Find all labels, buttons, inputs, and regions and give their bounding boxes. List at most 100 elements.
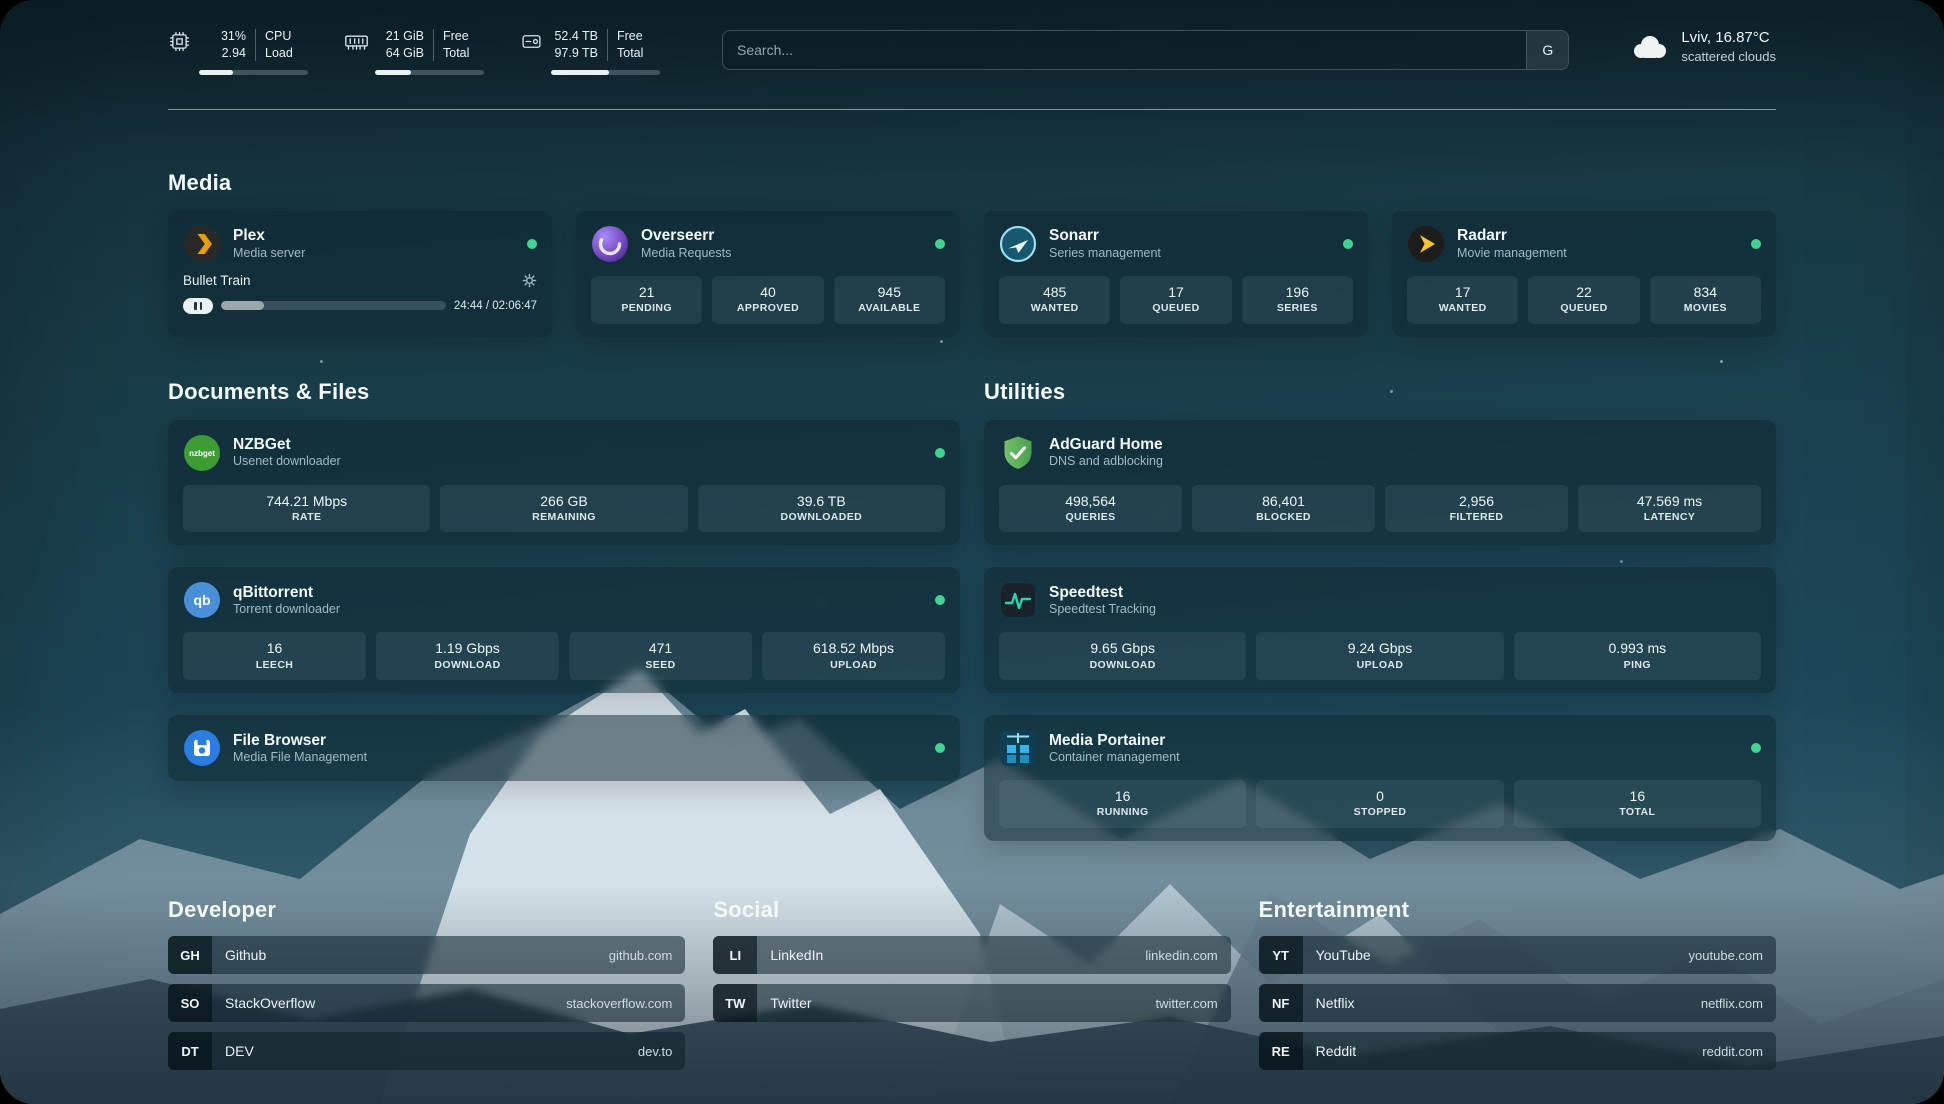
playback-progress-bar[interactable] (221, 301, 446, 310)
service-name: AdGuard Home (1049, 435, 1163, 454)
bookmark-github[interactable]: GH Github github.com (168, 936, 685, 974)
stat-tile: 196 SERIES (1242, 276, 1353, 324)
section-title-entertainment: Entertainment (1259, 897, 1776, 923)
qbittorrent-icon: qb (183, 581, 221, 619)
social-column: Social LI LinkedIn linkedin.com TW Twitt… (713, 897, 1230, 1070)
status-dot (1343, 239, 1353, 249)
service-subtitle: Media Requests (641, 246, 731, 262)
cpu-load-label: Load (265, 45, 293, 62)
bookmark-abbr: YT (1259, 936, 1303, 974)
cpu-widget: 31% 2.94 CPU Load (168, 28, 308, 75)
service-subtitle: Speedtest Tracking (1049, 602, 1156, 618)
service-card-portainer[interactable]: Media Portainer Container management 16 … (984, 715, 1776, 841)
bookmark-name: Reddit (1316, 1043, 1356, 1059)
radarr-icon (1407, 225, 1445, 263)
service-name: File Browser (233, 731, 367, 750)
bookmark-youtube[interactable]: YT YouTube youtube.com (1259, 936, 1776, 974)
bookmark-abbr: NF (1259, 984, 1303, 1022)
stat-tile: 16 TOTAL (1514, 780, 1761, 828)
nzbget-icon: nzbget (183, 434, 221, 472)
stat-tile: 0 STOPPED (1256, 780, 1503, 828)
service-card-plex[interactable]: Plex Media server Bullet Train (168, 211, 552, 337)
service-card-adguard[interactable]: AdGuard Home DNS and adblocking 498,564 … (984, 420, 1776, 546)
section-title-utilities: Utilities (984, 379, 1776, 405)
cpu-label: CPU (265, 28, 293, 45)
documents-column: Documents & Files nzbget (168, 379, 960, 841)
service-card-filebrowser[interactable]: File Browser Media File Management (168, 715, 960, 781)
search-engine-button[interactable]: G (1526, 31, 1568, 69)
status-dot (527, 239, 537, 249)
stat-tile: 16 LEECH (183, 632, 366, 680)
disk-widget: 52.4 TB 97.9 TB Free Total (520, 28, 660, 75)
status-dot (1751, 239, 1761, 249)
speedtest-icon (999, 581, 1037, 619)
bookmark-netflix[interactable]: NF Netflix netflix.com (1259, 984, 1776, 1022)
stat-tile: 40 APPROVED (712, 276, 823, 324)
bookmark-abbr: RE (1259, 1032, 1303, 1070)
service-card-overseerr[interactable]: Overseerr Media Requests 21 PENDING 40 A… (576, 211, 960, 337)
divider (255, 29, 256, 61)
pause-button[interactable] (183, 298, 213, 314)
service-card-speedtest[interactable]: Speedtest Speedtest Tracking 9.65 Gbps D… (984, 567, 1776, 693)
topbar: 31% 2.94 CPU Load (168, 0, 1776, 75)
stat-tile: 21 PENDING (591, 276, 702, 324)
memory-icon (344, 30, 369, 53)
plex-icon (183, 225, 221, 263)
bookmark-url: stackoverflow.com (566, 996, 672, 1011)
cpu-progress-bar (199, 70, 308, 75)
service-subtitle: Series management (1049, 246, 1161, 262)
status-dot (935, 239, 945, 249)
now-playing-title: Bullet Train (183, 273, 251, 288)
service-card-nzbget[interactable]: nzbget NZBGet Usenet downloader 74 (168, 420, 960, 546)
svg-text:qb: qb (193, 592, 210, 608)
section-title-developer: Developer (168, 897, 685, 923)
playback-time: 24:44 / 02:06:47 (454, 300, 537, 312)
search-input[interactable] (723, 31, 1526, 69)
service-subtitle: Torrent downloader (233, 602, 340, 618)
developer-column: Developer GH Github github.com SO StackO… (168, 897, 685, 1070)
disk-total-label: Total (617, 45, 643, 62)
bookmark-twitter[interactable]: TW Twitter twitter.com (713, 984, 1230, 1022)
stat-tile: 618.52 Mbps UPLOAD (762, 632, 945, 680)
stat-tile: 9.24 Gbps UPLOAD (1256, 632, 1503, 680)
service-card-sonarr[interactable]: Sonarr Series management 485 WANTED 17 Q… (984, 211, 1368, 337)
bookmark-stackoverflow[interactable]: SO StackOverflow stackoverflow.com (168, 984, 685, 1022)
bookmark-dev[interactable]: DT DEV dev.to (168, 1032, 685, 1070)
disk-icon (520, 30, 543, 53)
media-grid: Plex Media server Bullet Train (168, 211, 1776, 337)
stat-tile: 744.21 Mbps RATE (183, 485, 430, 533)
stat-tile: 9.65 Gbps DOWNLOAD (999, 632, 1246, 680)
bookmark-abbr: GH (168, 936, 212, 974)
stat-tile: 2,956 FILTERED (1385, 485, 1568, 533)
search-bar[interactable]: G (722, 30, 1569, 70)
stat-tile: 22 QUEUED (1528, 276, 1639, 324)
bookmark-linkedin[interactable]: LI LinkedIn linkedin.com (713, 936, 1230, 974)
bookmark-reddit[interactable]: RE Reddit reddit.com (1259, 1032, 1776, 1070)
service-subtitle: DNS and adblocking (1049, 454, 1163, 470)
cpu-percent: 31% (221, 28, 246, 45)
bookmark-name: LinkedIn (770, 947, 823, 963)
bookmark-url: youtube.com (1689, 948, 1763, 963)
service-name: Plex (233, 226, 305, 245)
service-name: Radarr (1457, 226, 1567, 245)
cloud-icon (1631, 33, 1669, 61)
cpu-icon (168, 30, 191, 53)
stat-tile: 47.569 ms LATENCY (1578, 485, 1761, 533)
bookmark-url: github.com (609, 948, 673, 963)
status-dot (935, 743, 945, 753)
service-card-qbittorrent[interactable]: qb qBittorrent Torrent downloader (168, 567, 960, 693)
stat-tile: 485 WANTED (999, 276, 1110, 324)
utilities-column: Utilities (984, 379, 1776, 841)
bookmark-url: netflix.com (1701, 996, 1763, 1011)
service-name: Media Portainer (1049, 731, 1180, 750)
service-subtitle: Container management (1049, 750, 1180, 766)
bookmark-abbr: DT (168, 1032, 212, 1070)
service-card-radarr[interactable]: Radarr Movie management 17 WANTED 22 QUE… (1392, 211, 1776, 337)
bookmark-name: Twitter (770, 995, 811, 1011)
status-dot (935, 448, 945, 458)
disk-total-value: 97.9 TB (554, 45, 598, 62)
overseerr-icon (591, 225, 629, 263)
settings-gear-icon[interactable] (522, 273, 537, 288)
section-title-media: Media (168, 170, 1776, 196)
memory-total-value: 64 GiB (386, 45, 424, 62)
